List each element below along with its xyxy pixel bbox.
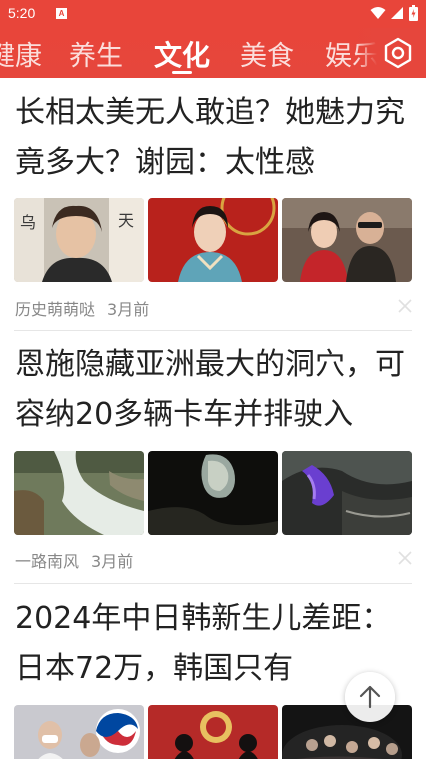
close-icon[interactable] [398, 551, 412, 565]
wifi-icon [370, 7, 386, 19]
arrow-up-icon [359, 685, 381, 709]
article-thumbnail[interactable] [14, 451, 144, 535]
article-meta: 历史萌萌哒 3月前 [15, 296, 149, 320]
article-meta: 一路南风 3月前 [15, 548, 133, 572]
article-time: 3月前 [107, 300, 150, 319]
app-notification-icon: A [56, 8, 67, 19]
article-source: 一路南风 [15, 552, 80, 571]
tab-wellness[interactable]: 养生 [69, 34, 123, 73]
article-card[interactable]: 长相太美无人敢追？她魅力究竟多大？谢园：太性感 乌 天 历史萌萌哒 3月前 [0, 78, 426, 331]
tab-food[interactable]: 美食 [240, 34, 294, 73]
svg-text:天: 天 [118, 211, 134, 230]
article-time: 3月前 [91, 552, 134, 571]
channel-tab-bar: 健康 养生 文化 美食 娱乐 [0, 28, 426, 78]
article-card[interactable]: 恩施隐藏亚洲最大的洞穴，可容纳20多辆卡车并排驶入 一路南风 3月前 [0, 330, 426, 584]
status-bar: 5:20 A [0, 0, 426, 28]
active-tab-indicator [172, 71, 192, 74]
status-icons [370, 5, 418, 21]
scroll-to-top-button[interactable] [345, 672, 395, 722]
status-time: 5:20 [8, 5, 36, 21]
battery-icon [409, 5, 418, 21]
article-thumbnail[interactable]: 乌 天 [14, 198, 144, 282]
article-thumbnail[interactable] [148, 198, 278, 282]
svg-text:乌: 乌 [20, 213, 36, 232]
article-thumbnail[interactable] [282, 451, 412, 535]
settings-icon[interactable] [382, 37, 414, 69]
article-thumbnail[interactable] [282, 198, 412, 282]
tab-health[interactable]: 健康 [0, 34, 42, 73]
article-thumbnails[interactable] [14, 451, 412, 535]
article-thumbnail[interactable] [148, 451, 278, 535]
article-thumbnails[interactable]: 乌 天 [14, 198, 412, 282]
article-thumbnail[interactable] [148, 705, 278, 759]
article-title[interactable]: 恩施隐藏亚洲最大的洞穴，可容纳20多辆卡车并排驶入 [15, 340, 413, 440]
news-feed: 长相太美无人敢追？她魅力究竟多大？谢园：太性感 乌 天 历史萌萌哒 3月前 恩施… [0, 78, 426, 759]
article-thumbnail[interactable] [14, 705, 144, 759]
article-title[interactable]: 长相太美无人敢追？她魅力究竟多大？谢园：太性感 [15, 88, 413, 188]
cellular-signal-icon [391, 7, 403, 19]
tab-culture[interactable]: 文化 [154, 34, 210, 74]
article-source: 历史萌萌哒 [15, 300, 96, 319]
close-icon[interactable] [398, 299, 412, 313]
